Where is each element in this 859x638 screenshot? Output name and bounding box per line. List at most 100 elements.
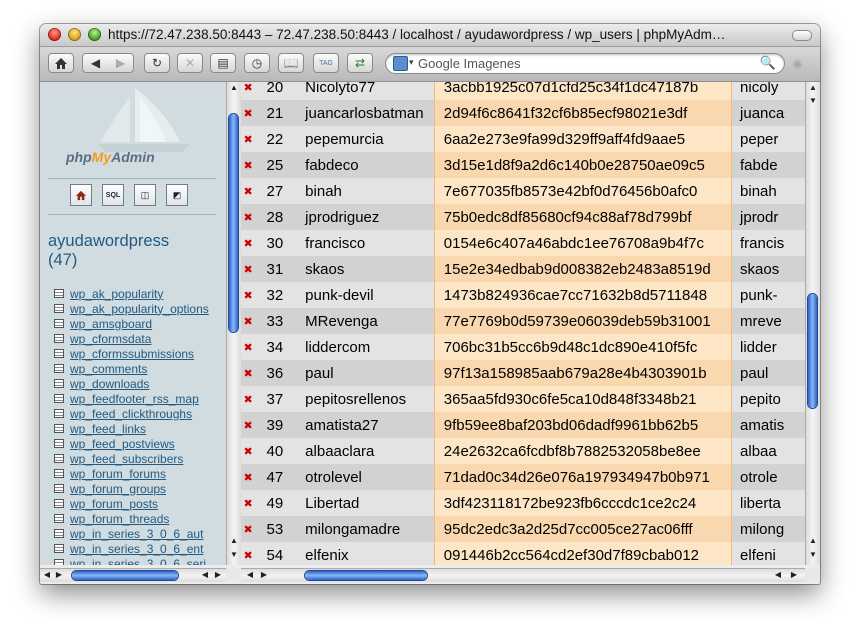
scroll-right-arrow-icon[interactable]: ▶ [52, 570, 66, 579]
cell-user-nicename[interactable]: amatis [731, 412, 805, 438]
search-engine-dropdown[interactable]: ▾ [409, 57, 414, 68]
sidebar-table-item[interactable]: wp_in_series_3_0_6_ent [54, 541, 209, 556]
delete-row-icon[interactable]: ✖ [241, 204, 256, 230]
tag-button[interactable]: TAG [313, 53, 339, 73]
delete-row-icon[interactable]: ✖ [241, 126, 256, 152]
delete-row-icon[interactable]: ✖ [241, 360, 256, 386]
delete-row-icon[interactable]: ✖ [241, 490, 256, 516]
cell-user-pass[interactable]: 7e677035fb8573e42bf0d76456b0afc0 [433, 178, 733, 204]
cell-user-login[interactable]: MRevenga [299, 308, 435, 334]
sidebar-table-item[interactable]: wp_feed_clickthroughs [54, 406, 209, 421]
cell-user-login[interactable]: otrolevel [299, 464, 435, 490]
cell-id[interactable]: 33 [255, 308, 300, 334]
cell-user-pass[interactable]: 71dad0c34d26e076a197934947b0b971 [433, 464, 733, 490]
cell-user-pass[interactable]: 3df423118172be923fb6cccdc1ce2c24 [433, 490, 733, 516]
cell-user-nicename[interactable]: fabde [731, 152, 805, 178]
cell-id[interactable]: 31 [255, 256, 300, 282]
table-browse-icon[interactable] [54, 289, 64, 298]
delete-row-icon[interactable]: ✖ [241, 308, 256, 334]
scroll-up-arrow-icon[interactable]: ▲ [806, 83, 820, 92]
delete-row-icon[interactable]: ✖ [241, 230, 256, 256]
cell-user-login[interactable]: milongamadre [299, 516, 435, 542]
close-window-button[interactable] [48, 28, 61, 41]
cell-id[interactable]: 36 [255, 360, 300, 386]
cell-user-pass[interactable]: 95dc2edc3a2d25d7cc005ce27ac06fff [433, 516, 733, 542]
delete-row-icon[interactable]: ✖ [241, 438, 256, 464]
scroll-up-arrow-icon[interactable]: ▲ [227, 536, 241, 545]
cell-id[interactable]: 25 [255, 152, 300, 178]
cell-id[interactable]: 49 [255, 490, 300, 516]
sidebar-table-item[interactable]: wp_amsgboard [54, 316, 209, 331]
scroll-thumb[interactable] [229, 114, 238, 332]
cell-user-nicename[interactable]: elfeni [731, 542, 805, 565]
delete-row-icon[interactable]: ✖ [241, 386, 256, 412]
table-link[interactable]: wp_cformssubmissions [70, 347, 194, 361]
table-browse-icon[interactable] [54, 394, 64, 403]
sidebar-table-item[interactable]: wp_cformssubmissions [54, 346, 209, 361]
cell-id[interactable]: 28 [255, 204, 300, 230]
cell-user-pass[interactable]: 3acbb1925c07d1cfd25c34f1dc47187b [433, 82, 733, 100]
cell-user-pass[interactable]: 3d15e1d8f9a2d6c140b0e28750ae09c5 [433, 152, 733, 178]
cell-user-login[interactable]: francisco [299, 230, 435, 256]
database-name[interactable]: ayudawordpress (47) [48, 232, 169, 270]
navigation-vertical-scrollbar[interactable]: ▲ ▲ ▼ [226, 82, 241, 565]
cell-user-login[interactable]: Libertad [299, 490, 435, 516]
cell-user-nicename[interactable]: lidder [731, 334, 805, 360]
cell-id[interactable]: 47 [255, 464, 300, 490]
scroll-down-arrow-icon[interactable]: ▼ [806, 550, 820, 559]
cell-user-login[interactable]: skaos [299, 256, 435, 282]
table-browse-icon[interactable] [54, 529, 64, 538]
scroll-left-arrow-icon[interactable]: ◀ [198, 570, 212, 579]
table-link[interactable]: wp_forum_threads [70, 512, 169, 526]
table-link[interactable]: wp_feed_clickthroughs [70, 407, 192, 421]
sidebar-table-item[interactable]: wp_ak_popularity [54, 286, 209, 301]
search-engine-icon[interactable] [393, 56, 408, 71]
cell-id[interactable]: 20 [255, 82, 300, 100]
cell-user-login[interactable]: punk-devil [299, 282, 435, 308]
delete-row-icon[interactable]: ✖ [241, 82, 256, 100]
table-link[interactable]: wp_amsgboard [70, 317, 152, 331]
sidebar-table-item[interactable]: wp_in_series_3_0_6_seri [54, 556, 209, 565]
sidebar-table-item[interactable]: wp_forum_posts [54, 496, 209, 511]
cell-user-nicename[interactable]: skaos [731, 256, 805, 282]
table-link[interactable]: wp_ak_popularity_options [70, 302, 209, 316]
cell-user-nicename[interactable]: juanca [731, 100, 805, 126]
cell-user-nicename[interactable]: albaa [731, 438, 805, 464]
table-browse-icon[interactable] [54, 379, 64, 388]
search-input[interactable] [418, 55, 763, 72]
cell-user-nicename[interactable]: punk- [731, 282, 805, 308]
cell-user-login[interactable]: pepitosrellenos [299, 386, 435, 412]
table-browse-icon[interactable] [54, 409, 64, 418]
table-browse-icon[interactable] [54, 559, 64, 565]
table-browse-icon[interactable] [54, 319, 64, 328]
table-browse-icon[interactable] [54, 484, 64, 493]
cell-user-login[interactable]: jprodriguez [299, 204, 435, 230]
cell-id[interactable]: 54 [255, 542, 300, 565]
cell-user-nicename[interactable]: milong [731, 516, 805, 542]
content-horizontal-scrollbar[interactable]: ◀ ▶ ◀ ▶ [241, 568, 805, 582]
content-vertical-scrollbar[interactable]: ▲ ▼ ▲ ▼ [805, 82, 820, 565]
cell-id[interactable]: 22 [255, 126, 300, 152]
sidebar-table-item[interactable]: wp_feed_postviews [54, 436, 209, 451]
stop-button[interactable]: ✕ [177, 53, 203, 73]
cell-user-login[interactable]: pepemurcia [299, 126, 435, 152]
table-link[interactable]: wp_forum_groups [70, 482, 166, 496]
cell-user-nicename[interactable]: pepito [731, 386, 805, 412]
table-link[interactable]: wp_in_series_3_0_6_ent [70, 542, 203, 556]
cell-user-pass[interactable]: 15e2e34edbab9d008382eb2483a8519d [433, 256, 733, 282]
delete-row-icon[interactable]: ✖ [241, 412, 256, 438]
cell-user-nicename[interactable]: peper [731, 126, 805, 152]
cell-user-login[interactable]: amatista27 [299, 412, 435, 438]
cell-id[interactable]: 40 [255, 438, 300, 464]
table-link[interactable]: wp_comments [70, 362, 147, 376]
cell-user-nicename[interactable]: binah [731, 178, 805, 204]
cell-user-pass[interactable]: 97f13a158985aab679a28e4b4303901b [433, 360, 733, 386]
table-browse-icon[interactable] [54, 469, 64, 478]
cell-user-login[interactable]: paul [299, 360, 435, 386]
cell-user-nicename[interactable]: paul [731, 360, 805, 386]
cell-id[interactable]: 53 [255, 516, 300, 542]
scroll-right-arrow-icon[interactable]: ▶ [787, 570, 801, 579]
table-link[interactable]: wp_feed_subscribers [70, 452, 183, 466]
phpmyadmin-logo[interactable]: phpMyAdmin [40, 82, 226, 177]
cell-user-nicename[interactable]: liberta [731, 490, 805, 516]
